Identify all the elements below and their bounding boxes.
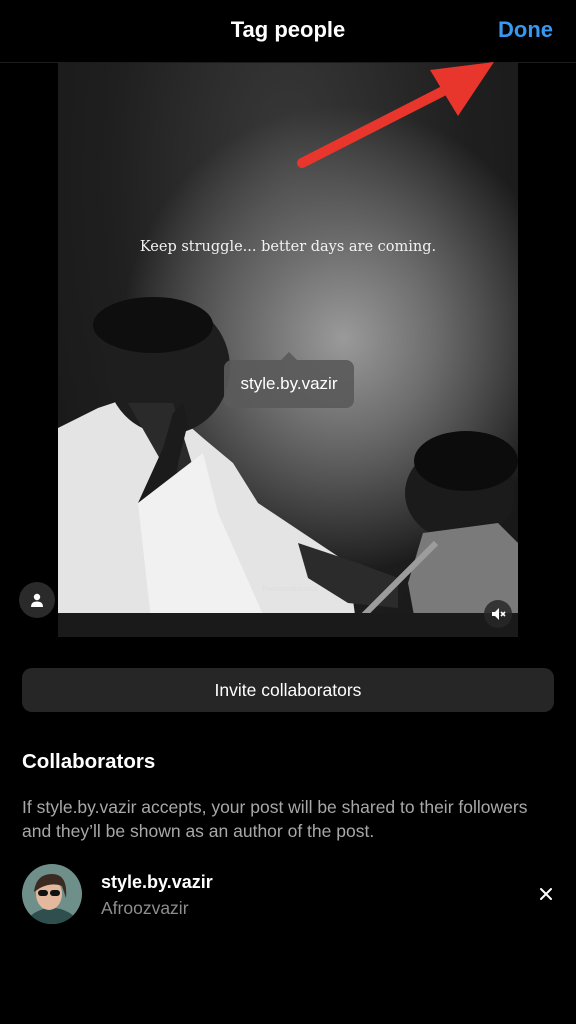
collaborators-heading: Collaborators <box>22 750 156 773</box>
collaborator-full-name: Afroozvazir <box>101 898 189 918</box>
tag-username: style.by.vazir <box>240 374 338 393</box>
header: Tag people Done <box>0 0 576 63</box>
photo-illustration <box>58 297 518 637</box>
tag-people-button[interactable] <box>19 582 55 618</box>
tag-label-bubble[interactable]: style.by.vazir <box>224 352 354 408</box>
post-media[interactable]: Keep struggle... better days are coming.… <box>58 63 518 637</box>
mute-icon <box>492 608 506 620</box>
person-icon <box>31 593 43 607</box>
avatar[interactable] <box>22 864 82 924</box>
collaborator-row[interactable]: style.by.vazir Afroozvazir <box>22 862 558 926</box>
close-icon <box>540 888 552 900</box>
page-title: Tag people <box>230 17 346 42</box>
mute-button[interactable] <box>484 600 512 628</box>
collaborator-username: style.by.vazir <box>101 872 213 892</box>
quote-text: Keep struggle... better days are coming. <box>139 239 437 255</box>
invite-collaborators-button[interactable]: Invite collaborators <box>22 668 554 712</box>
remove-collaborator-button[interactable] <box>536 884 556 904</box>
photo-watermark: Poemandphotos <box>262 585 319 593</box>
collaborators-description: If style.by.vazir accepts, your post wil… <box>22 797 528 841</box>
done-button[interactable]: Done <box>498 17 553 43</box>
